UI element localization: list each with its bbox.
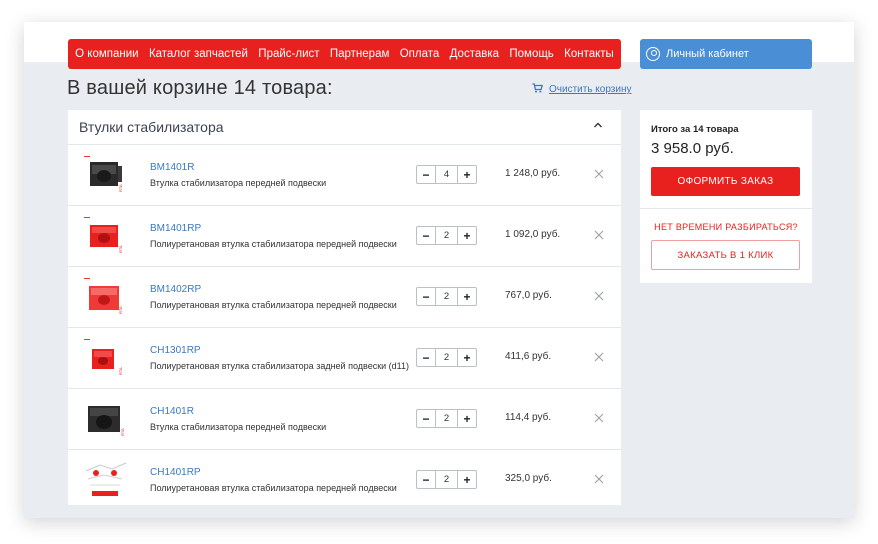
decrease-button[interactable]: − bbox=[417, 166, 435, 183]
product-image-red-bushing: ▬▬ RTA bbox=[82, 274, 130, 320]
remove-item-icon[interactable] bbox=[594, 352, 604, 362]
product-price: 411,6 руб. bbox=[505, 351, 552, 362]
decrease-button[interactable]: − bbox=[417, 288, 435, 305]
nav-item-catalog[interactable]: Каталог запчастей bbox=[149, 48, 248, 60]
order-summary-panel: Итого за 14 товара 3 958.0 руб. ОФОРМИТЬ… bbox=[640, 110, 812, 283]
nav-item-partners[interactable]: Партнерам bbox=[330, 48, 390, 60]
svg-text:RTA: RTA bbox=[118, 245, 123, 253]
increase-button[interactable]: + bbox=[458, 288, 476, 305]
quantity-value[interactable]: 2 bbox=[435, 349, 458, 366]
product-price: 114,4 руб. bbox=[505, 412, 552, 423]
svg-text:▬▬: ▬▬ bbox=[84, 215, 90, 219]
product-price: 1 248,0 руб. bbox=[505, 168, 561, 179]
decrease-button[interactable]: − bbox=[417, 349, 435, 366]
svg-text:RTA: RTA bbox=[120, 428, 125, 436]
cart-row: ▬▬ RTA BM1402RP Полиуретановая втулка ст… bbox=[68, 267, 621, 328]
increase-button[interactable]: + bbox=[458, 166, 476, 183]
product-code-link[interactable]: CH1301RP bbox=[150, 345, 201, 356]
svg-text:RTA: RTA bbox=[118, 367, 123, 375]
cart-row: CH1401RP Полиуретановая втулка стабилиза… bbox=[68, 450, 621, 510]
product-code-link[interactable]: CH1401RP bbox=[150, 467, 201, 478]
svg-text:▬▬: ▬▬ bbox=[84, 337, 90, 341]
one-click-order-button[interactable]: ЗАКАЗАТЬ В 1 КЛИК bbox=[651, 240, 800, 270]
product-name: Полиуретановая втулка стабилизатора пере… bbox=[150, 239, 397, 249]
quantity-stepper: − 2 + bbox=[416, 348, 477, 367]
main-nav: О компании Каталог запчастей Прайс-лист … bbox=[68, 39, 621, 69]
product-image-red-bushing: ▬▬ RTA bbox=[82, 213, 130, 259]
category-header: Втулки стабилизатора bbox=[68, 110, 621, 145]
summary-divider bbox=[640, 208, 812, 209]
quantity-stepper: − 2 + bbox=[416, 226, 477, 245]
product-code-link[interactable]: CH1401R bbox=[150, 406, 194, 417]
remove-item-icon[interactable] bbox=[594, 230, 604, 240]
quantity-stepper: − 4 + bbox=[416, 165, 477, 184]
quantity-value[interactable]: 2 bbox=[435, 471, 458, 488]
product-name: Полиуретановая втулка стабилизатора задн… bbox=[150, 361, 410, 371]
increase-button[interactable]: + bbox=[458, 471, 476, 488]
cart-row: RTA CH1401R Втулка стабилизатора передне… bbox=[68, 389, 621, 450]
total-label: Итого за 14 товара bbox=[651, 124, 739, 135]
nav-item-contacts[interactable]: Контакты bbox=[564, 48, 614, 60]
product-image-black-bushing: RTA bbox=[82, 396, 130, 442]
product-price: 767,0 руб. bbox=[505, 290, 552, 301]
category-title: Втулки стабилизатора bbox=[79, 119, 224, 135]
checkout-button[interactable]: ОФОРМИТЬ ЗАКАЗ bbox=[651, 167, 800, 196]
account-label: Личный кабинет bbox=[666, 48, 749, 60]
nav-item-payment[interactable]: Оплата bbox=[400, 48, 440, 60]
product-price: 1 092,0 руб. bbox=[505, 229, 561, 240]
increase-button[interactable]: + bbox=[458, 349, 476, 366]
clear-cart-link[interactable]: Очистить корзину bbox=[532, 83, 632, 96]
nav-item-about[interactable]: О компании bbox=[75, 48, 138, 60]
product-code-link[interactable]: BM1401RP bbox=[150, 223, 201, 234]
cart-row: ▬▬ RTA CH1301RP Полиуретановая втулка ст… bbox=[68, 328, 621, 389]
total-value: 3 958.0 руб. bbox=[651, 140, 734, 157]
product-name: Полиуретановая втулка стабилизатора пере… bbox=[150, 483, 397, 493]
cart-row: ▬▬ RTA BM1401RP Полиуретановая втулка ст… bbox=[68, 206, 621, 267]
svg-text:▬▬: ▬▬ bbox=[84, 154, 90, 158]
quantity-stepper: − 2 + bbox=[416, 470, 477, 489]
page-frame: О компании Каталог запчастей Прайс-лист … bbox=[24, 22, 854, 518]
clear-cart-label: Очистить корзину bbox=[549, 84, 632, 95]
remove-item-icon[interactable] bbox=[594, 474, 604, 484]
product-price: 325,0 руб. bbox=[505, 473, 552, 484]
svg-text:RTA: RTA bbox=[118, 306, 123, 314]
decrease-button[interactable]: − bbox=[417, 227, 435, 244]
decrease-button[interactable]: − bbox=[417, 410, 435, 427]
nav-item-help[interactable]: Помощь bbox=[509, 48, 553, 60]
product-image-black-bushing: ▬▬ RTA bbox=[82, 152, 130, 198]
no-time-text: НЕТ ВРЕМЕНИ РАЗБИРАТЬСЯ? bbox=[654, 222, 798, 232]
product-name: Полиуретановая втулка стабилизатора пере… bbox=[150, 300, 397, 310]
cart-items-panel: Втулки стабилизатора ▬▬ RTA BM1401R Втул… bbox=[68, 110, 621, 505]
chevron-up-icon[interactable] bbox=[593, 120, 603, 130]
nav-item-price-list[interactable]: Прайс-лист bbox=[258, 48, 319, 60]
remove-item-icon[interactable] bbox=[594, 413, 604, 423]
nav-item-delivery[interactable]: Доставка bbox=[450, 48, 499, 60]
user-icon bbox=[646, 47, 660, 61]
svg-text:RTA: RTA bbox=[118, 184, 123, 192]
increase-button[interactable]: + bbox=[458, 410, 476, 427]
cart-row: ▬▬ RTA BM1401R Втулка стабилизатора пере… bbox=[68, 145, 621, 206]
increase-button[interactable]: + bbox=[458, 227, 476, 244]
svg-text:▬▬: ▬▬ bbox=[84, 276, 90, 280]
product-code-link[interactable]: BM1402RP bbox=[150, 284, 201, 295]
page-title: В вашей корзине 14 товара: bbox=[67, 77, 333, 99]
quantity-stepper: − 2 + bbox=[416, 409, 477, 428]
remove-item-icon[interactable] bbox=[594, 291, 604, 301]
product-name: Втулка стабилизатора передней подвески bbox=[150, 178, 327, 188]
quantity-value[interactable]: 2 bbox=[435, 227, 458, 244]
remove-item-icon[interactable] bbox=[594, 169, 604, 179]
quantity-stepper: − 2 + bbox=[416, 287, 477, 306]
product-code-link[interactable]: BM1401R bbox=[150, 162, 194, 173]
quantity-value[interactable]: 2 bbox=[435, 288, 458, 305]
product-image-diagram bbox=[82, 457, 130, 503]
product-image-red-bushing: ▬▬ RTA bbox=[82, 335, 130, 381]
decrease-button[interactable]: − bbox=[417, 471, 435, 488]
account-button[interactable]: Личный кабинет bbox=[640, 39, 812, 69]
cart-icon bbox=[532, 83, 544, 96]
product-name: Втулка стабилизатора передней подвески bbox=[150, 422, 327, 432]
quantity-value[interactable]: 4 bbox=[435, 166, 458, 183]
quantity-value[interactable]: 2 bbox=[435, 410, 458, 427]
